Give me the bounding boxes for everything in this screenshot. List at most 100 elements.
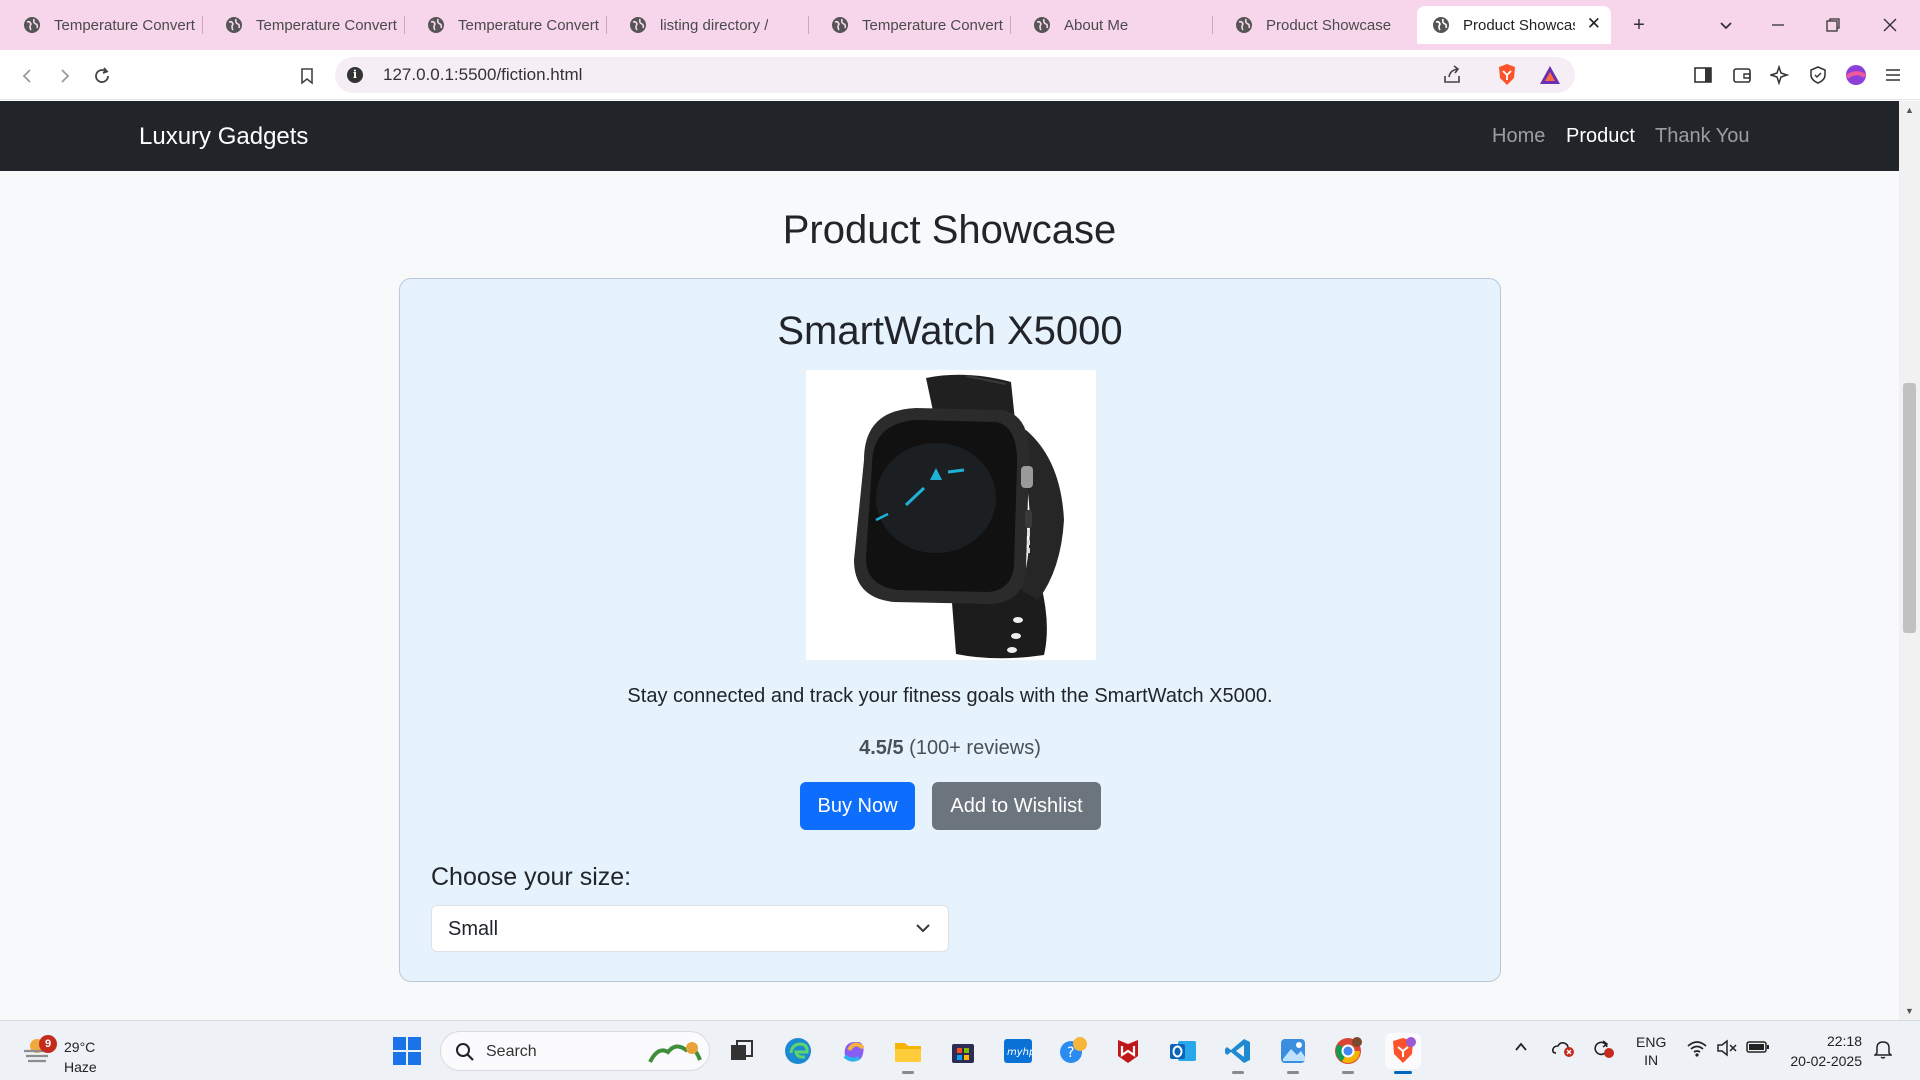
product-rating: 4.5/5 (100+ reviews): [400, 737, 1500, 760]
volume-muted-icon[interactable]: [1716, 1039, 1738, 1060]
windows-taskbar: 9 29°C Haze Search myhp ? ENG IN 22:18 2…: [0, 1020, 1920, 1080]
browser-tab[interactable]: Temperature Convert: [8, 6, 203, 44]
address-bar[interactable]: i 127.0.0.1:5500/fiction.html: [335, 57, 1575, 93]
task-view-icon[interactable]: [724, 1033, 760, 1069]
battery-icon[interactable]: [1746, 1039, 1770, 1058]
add-to-wishlist-button[interactable]: Add to Wishlist: [932, 782, 1101, 830]
nav-link-thank-you[interactable]: Thank You: [1655, 125, 1750, 148]
restore-icon[interactable]: [1818, 10, 1848, 40]
browser-tab[interactable]: Temperature Convert: [210, 6, 405, 44]
tab-label: Product Showcase: [1266, 16, 1392, 34]
microsoft-store-icon[interactable]: [945, 1033, 981, 1069]
nav-link-home[interactable]: Home: [1492, 125, 1545, 148]
sync-error-icon[interactable]: [1591, 1039, 1615, 1062]
browser-tab[interactable]: About Me: [1018, 6, 1213, 44]
wallet-icon[interactable]: [1730, 63, 1754, 87]
chrome-icon[interactable]: [1330, 1033, 1366, 1074]
browser-tab-strip: Temperature Convert Temperature Convert …: [0, 0, 1920, 50]
notification-bell-icon[interactable]: [1873, 1039, 1893, 1062]
taskbar-clock[interactable]: 22:18 20-02-2025: [1782, 1031, 1862, 1071]
search-highlight-icon: [648, 1042, 702, 1063]
minimize-icon[interactable]: [1763, 10, 1793, 40]
nav-link-product[interactable]: Product: [1566, 125, 1635, 148]
svg-text:?: ?: [1067, 1045, 1074, 1061]
product-image: [806, 370, 1096, 660]
wifi-icon[interactable]: [1686, 1039, 1708, 1060]
site-info-icon[interactable]: i: [347, 67, 363, 83]
page-title: Product Showcase: [782, 208, 1117, 252]
language-line-1: ENG: [1636, 1034, 1667, 1050]
weather-temp: 29°C: [64, 1039, 96, 1055]
url-text[interactable]: 127.0.0.1:5500/fiction.html: [383, 65, 582, 85]
tab-label: Temperature Convert: [54, 16, 195, 34]
profile-avatar-icon[interactable]: [1844, 63, 1868, 87]
close-window-icon[interactable]: [1875, 10, 1905, 40]
file-explorer-icon[interactable]: [890, 1033, 926, 1074]
show-hidden-icons-chevron-icon[interactable]: [1513, 1039, 1529, 1058]
browser-tab[interactable]: Temperature Convert: [816, 6, 1011, 44]
buy-now-button[interactable]: Buy Now: [800, 782, 915, 830]
myhp-icon[interactable]: myhp: [1000, 1033, 1036, 1069]
vpn-shield-icon[interactable]: [1806, 63, 1830, 87]
chevron-down-icon: [916, 924, 930, 933]
weather-condition: Haze: [64, 1059, 97, 1075]
get-help-icon[interactable]: ?: [1055, 1033, 1091, 1069]
product-card: SmartWatch X5000 Stay connected and trac…: [399, 278, 1501, 982]
globe-icon: [628, 15, 648, 35]
scroll-up-arrow-icon[interactable]: ▲: [1905, 105, 1914, 115]
size-select[interactable]: Small: [431, 905, 949, 952]
language-indicator[interactable]: ENG IN: [1636, 1033, 1666, 1069]
tab-label: Temperature Convert: [862, 16, 1003, 34]
product-name: SmartWatch X5000: [777, 309, 1123, 353]
new-tab-button[interactable]: +: [1624, 10, 1654, 40]
smartwatch-illustration: [854, 374, 1064, 659]
edge-browser-icon[interactable]: [780, 1033, 816, 1069]
browser-tab[interactable]: Product Showcase: [1220, 6, 1415, 44]
browser-toolbar: i 127.0.0.1:5500/fiction.html: [0, 50, 1920, 100]
page-scrollbar[interactable]: ▲ ▼: [1899, 101, 1920, 1020]
tab-search-chevron-icon[interactable]: [1711, 10, 1741, 40]
forward-icon[interactable]: [50, 62, 78, 90]
scroll-down-arrow-icon[interactable]: ▼: [1905, 1006, 1914, 1016]
running-indicator: [1394, 1071, 1412, 1074]
search-icon: [456, 1043, 474, 1061]
mcafee-icon[interactable]: [1110, 1033, 1146, 1069]
tab-label: listing directory /: [660, 16, 769, 34]
scrollbar-thumb[interactable]: [1903, 383, 1916, 633]
tab-label: Product Showcas: [1463, 16, 1575, 34]
onedrive-error-icon[interactable]: [1551, 1039, 1575, 1060]
browser-tab[interactable]: listing directory /: [614, 6, 809, 44]
running-indicator: [1287, 1071, 1299, 1074]
bookmark-icon[interactable]: [293, 62, 321, 90]
back-icon[interactable]: [14, 62, 42, 90]
running-indicator: [1342, 1071, 1354, 1074]
copilot-icon[interactable]: [836, 1033, 872, 1069]
size-label: Choose your size:: [431, 863, 632, 891]
close-tab-icon[interactable]: ✕: [1587, 14, 1601, 34]
brave-rewards-icon[interactable]: [1538, 63, 1562, 87]
globe-icon: [1032, 15, 1052, 35]
brave-browser-icon[interactable]: [1385, 1033, 1421, 1074]
taskbar-search[interactable]: Search: [440, 1031, 710, 1071]
browser-tab-active[interactable]: Product Showcas ✕: [1417, 6, 1611, 44]
start-windows-icon[interactable]: [389, 1033, 425, 1069]
sidebar-icon[interactable]: [1691, 63, 1715, 87]
globe-icon: [1431, 15, 1451, 35]
outlook-icon[interactable]: [1165, 1033, 1201, 1069]
search-label: Search: [486, 1043, 537, 1060]
vscode-icon[interactable]: [1220, 1033, 1256, 1074]
photos-icon[interactable]: [1275, 1033, 1311, 1074]
svg-text:myhp: myhp: [1007, 1047, 1033, 1058]
globe-icon: [426, 15, 446, 35]
menu-icon[interactable]: [1881, 63, 1905, 87]
tab-label: Temperature Convert: [458, 16, 599, 34]
brave-shields-icon[interactable]: [1495, 63, 1519, 87]
leo-ai-icon[interactable]: [1768, 63, 1792, 87]
site-brand[interactable]: Luxury Gadgets: [139, 123, 308, 151]
share-icon[interactable]: [1440, 63, 1464, 87]
globe-icon: [1234, 15, 1254, 35]
clock-time: 22:18: [1826, 1033, 1862, 1049]
rating-score: 4.5/5: [859, 737, 904, 759]
reload-icon[interactable]: [88, 62, 116, 90]
browser-tab[interactable]: Temperature Convert: [412, 6, 607, 44]
